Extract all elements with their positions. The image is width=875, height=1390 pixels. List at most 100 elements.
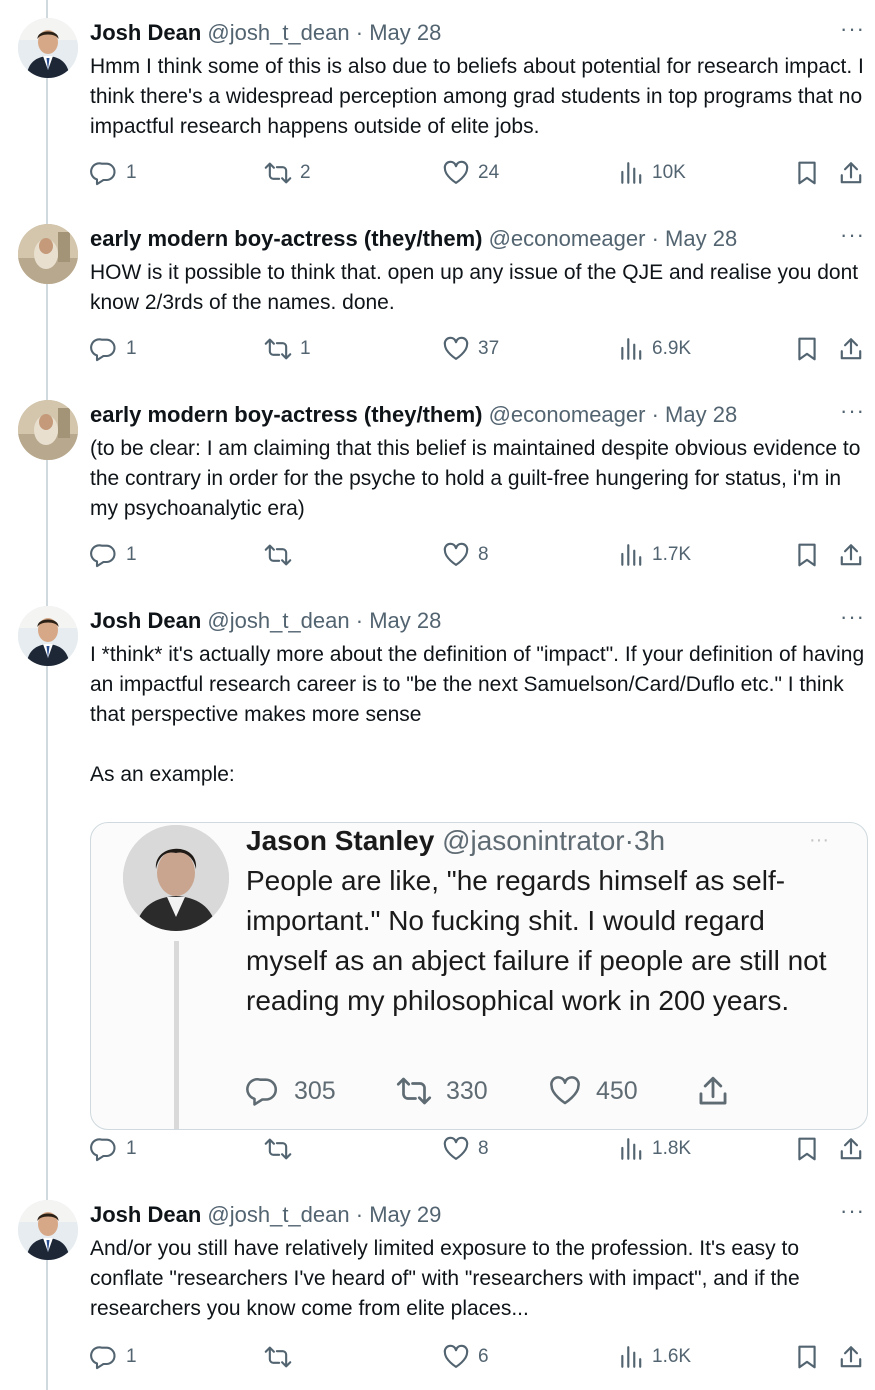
tweet-header: Josh Dean @josh_t_dean · May 29 (90, 1200, 441, 1230)
author-handle[interactable]: @economeager (489, 402, 646, 427)
tweet-text: Hmm I think some of this is also due to … (90, 55, 870, 138)
more-options-icon[interactable]: ··· (840, 18, 865, 40)
heart-icon (442, 1135, 470, 1163)
bookmark-icon (794, 336, 820, 362)
tweet[interactable]: Josh Dean @josh_t_dean · May 29 ··· And/… (0, 1200, 875, 1380)
reply-button[interactable]: 1 (90, 158, 137, 188)
share-button[interactable] (838, 334, 864, 364)
more-options-icon[interactable]: ··· (840, 400, 865, 422)
retweet-button[interactable]: 1 (264, 334, 311, 364)
avatar[interactable] (18, 606, 78, 666)
more-options-icon[interactable]: ··· (840, 224, 865, 246)
more-options-icon[interactable]: ··· (840, 606, 865, 628)
bookmark-icon (794, 160, 820, 186)
tweet-header: early modern boy-actress (they/them) @ec… (90, 224, 737, 254)
share-icon (838, 1136, 864, 1162)
avatar[interactable] (18, 224, 78, 284)
tweet[interactable]: early modern boy-actress (they/them) @ec… (0, 400, 875, 590)
embed-header: Jason Stanley @jasonintrator·3h (246, 823, 665, 859)
retweet-count: 1 (300, 338, 311, 359)
embed-date: 3h (633, 825, 666, 856)
tweet-date[interactable]: May 28 (665, 402, 737, 427)
author-handle[interactable]: @economeager (489, 226, 646, 251)
author-name[interactable]: early modern boy-actress (they/them) (90, 226, 482, 251)
reply-button[interactable]: 1 (90, 540, 137, 570)
share-button[interactable] (838, 158, 864, 188)
tweet-header: Josh Dean @josh_t_dean · May 28 (90, 606, 441, 636)
action-bar: 1 1 37 6.9K (90, 334, 870, 364)
reply-button[interactable]: 1 (90, 334, 137, 364)
tweet[interactable]: Josh Dean @josh_t_dean · May 28 ··· I *t… (0, 606, 875, 1176)
retweet-button[interactable] (264, 1342, 300, 1372)
views-button[interactable]: 1.6K (618, 1342, 691, 1372)
bookmark-button[interactable] (794, 334, 820, 364)
views-button[interactable]: 1.7K (618, 540, 691, 570)
reply-icon (90, 541, 118, 569)
bookmark-button[interactable] (794, 158, 820, 188)
like-button[interactable]: 24 (442, 158, 499, 188)
avatar[interactable] (18, 1200, 78, 1260)
author-handle[interactable]: @josh_t_dean (207, 608, 349, 633)
retweet-button[interactable] (264, 1134, 300, 1164)
reply-button[interactable]: 1 (90, 1134, 137, 1164)
tweet[interactable]: early modern boy-actress (they/them) @ec… (0, 224, 875, 384)
avatar[interactable] (18, 18, 78, 78)
reply-icon (90, 159, 118, 187)
author-handle[interactable]: @josh_t_dean (207, 20, 349, 45)
separator: · (651, 226, 659, 251)
author-handle[interactable]: @josh_t_dean (207, 1202, 349, 1227)
reply-icon (90, 1135, 118, 1163)
embed-text: People are like, "he regards himself as … (246, 865, 827, 1016)
author-name[interactable]: Josh Dean (90, 20, 201, 45)
like-button[interactable]: 8 (442, 1134, 489, 1164)
reply-count: 1 (126, 1138, 137, 1159)
views-count: 6.9K (652, 338, 692, 359)
retweet-button[interactable]: 2 (264, 158, 311, 188)
views-button[interactable]: 10K (618, 158, 686, 188)
tweet-date[interactable]: May 29 (369, 1202, 441, 1227)
author-name[interactable]: early modern boy-actress (they/them) (90, 402, 482, 427)
tweet-date[interactable]: May 28 (369, 608, 441, 633)
heart-icon (442, 159, 470, 187)
retweet-icon (264, 1343, 292, 1371)
views-count: 1.7K (652, 544, 692, 565)
like-button[interactable]: 37 (442, 334, 499, 364)
like-button[interactable]: 8 (442, 540, 489, 570)
embed-author-name: Jason Stanley (246, 825, 435, 856)
views-button[interactable]: 6.9K (618, 334, 691, 364)
heart-icon (548, 1074, 582, 1108)
author-name[interactable]: Josh Dean (90, 608, 201, 633)
more-options-icon[interactable]: ··· (840, 1200, 865, 1222)
tweet-date[interactable]: May 28 (369, 20, 441, 45)
heart-icon (442, 335, 470, 363)
embed-thread-line (174, 941, 179, 1129)
share-button[interactable] (838, 540, 864, 570)
reply-count: 1 (126, 162, 137, 183)
like-count: 6 (478, 1346, 489, 1367)
share-button[interactable] (838, 1134, 864, 1164)
like-count: 24 (478, 162, 500, 183)
tweet[interactable]: Josh Dean @josh_t_dean · May 28 ··· Hmm … (0, 18, 875, 208)
bookmark-icon (794, 1136, 820, 1162)
share-button[interactable] (838, 1342, 864, 1372)
embed-more-icon: ··· (809, 829, 829, 851)
tweet-date[interactable]: May 28 (665, 226, 737, 251)
reply-count: 1 (126, 1346, 137, 1367)
views-button[interactable]: 1.8K (618, 1134, 691, 1164)
avatar[interactable] (18, 400, 78, 460)
author-name[interactable]: Josh Dean (90, 1202, 201, 1227)
bookmark-button[interactable] (794, 1134, 820, 1164)
embed-reply: 305 (246, 1073, 336, 1109)
views-icon (618, 160, 644, 186)
embedded-image[interactable]: Jason Stanley @jasonintrator·3h ··· Peop… (90, 822, 868, 1130)
share-icon (838, 336, 864, 362)
retweet-button[interactable] (264, 540, 300, 570)
tweet-text: (to be clear: I am claiming that this be… (90, 437, 867, 520)
like-button[interactable]: 6 (442, 1342, 489, 1372)
retweet-count: 2 (300, 162, 311, 183)
retweet-icon (396, 1073, 432, 1109)
reply-button[interactable]: 1 (90, 1342, 137, 1372)
bookmark-button[interactable] (794, 540, 820, 570)
bookmark-button[interactable] (794, 1342, 820, 1372)
retweet-icon (264, 159, 292, 187)
